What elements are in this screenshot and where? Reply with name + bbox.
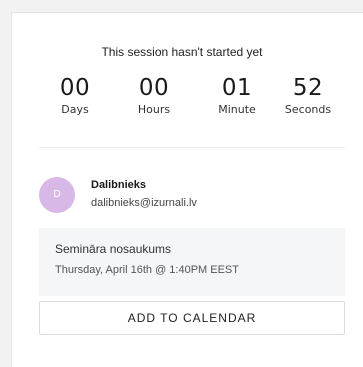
host-name: Dalibnieks: [91, 179, 147, 191]
countdown-minutes: 01 Minute: [197, 75, 277, 117]
countdown-days-label: Days: [61, 103, 89, 116]
host-email: dalibnieks@izurnali.lv: [91, 197, 197, 209]
countdown-hours-value: 00: [138, 75, 170, 101]
countdown-seconds: 52 Seconds: [268, 75, 348, 117]
countdown-days: 00 Days: [35, 75, 115, 117]
countdown-hours-label: Hours: [137, 103, 171, 116]
countdown-minutes-label: Minute: [218, 103, 256, 116]
countdown-days-value: 00: [59, 75, 91, 101]
countdown-timer: 00 Days 00 Hours 01 Minute 52 Seconds: [12, 75, 352, 135]
countdown-seconds-value: 52: [292, 75, 324, 101]
session-details: Semināra nosaukums Thursday, April 16th …: [39, 228, 345, 296]
host-info: D Dalibnieks dalibnieks@izurnali.lv: [39, 175, 339, 215]
session-time: Thursday, April 16th @ 1:40PM EEST: [55, 264, 239, 276]
add-to-calendar-button[interactable]: ADD TO CALENDAR: [39, 301, 345, 335]
session-status-text: This session hasn't started yet: [101, 45, 263, 59]
countdown-seconds-label: Seconds: [284, 103, 332, 116]
countdown-hours: 00 Hours: [114, 75, 194, 117]
section-divider: [39, 147, 345, 148]
avatar: D: [39, 177, 75, 213]
session-title: Semināra nosaukums: [55, 242, 172, 256]
countdown-minutes-value: 01: [221, 75, 253, 101]
session-card: This session hasn't started yet 00 Days …: [11, 12, 363, 367]
